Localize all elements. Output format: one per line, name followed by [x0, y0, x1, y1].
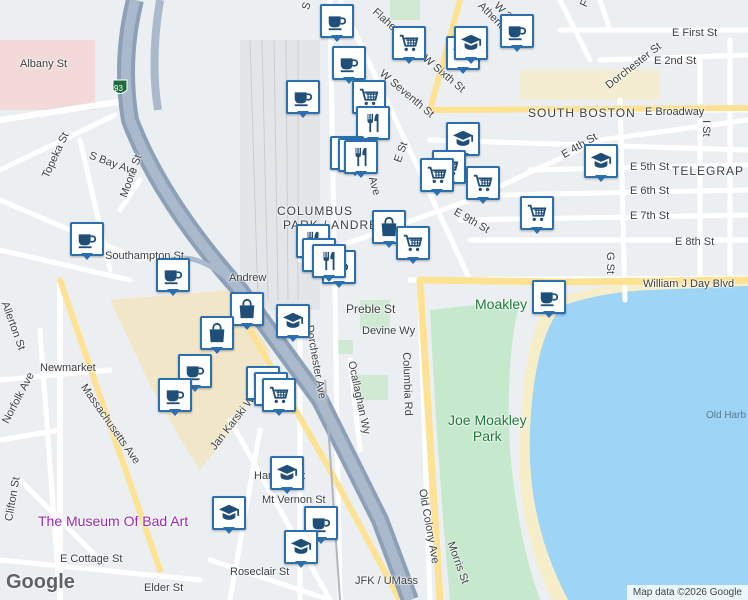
map-marker-cart[interactable]	[520, 196, 554, 236]
map-marker-school[interactable]	[276, 304, 310, 344]
map-marker-coffee[interactable]	[320, 4, 354, 44]
map-marker-shopping-bag[interactable]	[200, 316, 234, 356]
map-marker-coffee[interactable]	[500, 14, 534, 54]
coffee-icon	[328, 16, 347, 31]
south-boston-label: SOUTH BOSTON	[528, 106, 636, 120]
school-icon	[452, 130, 474, 146]
coffee-icon	[78, 234, 97, 249]
joe-moakley-park-label: Joe Moakley Park	[448, 412, 527, 444]
street-label: E Cottage St	[60, 553, 123, 565]
cart-icon	[403, 234, 423, 252]
cart-icon	[269, 386, 289, 404]
shopping-bag-icon	[209, 322, 225, 343]
map-marker-cart[interactable]	[392, 26, 426, 66]
cart-icon	[399, 34, 419, 52]
map-marker-cart[interactable]	[262, 378, 296, 418]
street-label: Columbia Rd	[400, 352, 415, 416]
shopping-bag-icon	[239, 298, 255, 319]
coffee-icon	[164, 270, 183, 285]
map-marker-school[interactable]	[584, 144, 618, 184]
street-label: E 8th St	[675, 236, 715, 248]
map-marker-coffee[interactable]	[156, 258, 190, 298]
school-icon	[276, 464, 298, 480]
map-marker-coffee[interactable]	[158, 378, 192, 418]
map-marker-cart[interactable]	[466, 166, 500, 206]
coffee-icon	[294, 92, 313, 107]
street-label: G St	[604, 252, 616, 275]
map-attribution[interactable]: Map data ©2026 Google	[626, 585, 748, 600]
coffee-icon	[340, 58, 359, 73]
google-logo: Google	[6, 571, 75, 593]
street-label: Devine Wy	[362, 325, 416, 337]
street-label: Preble St	[346, 302, 396, 316]
street-label: I St	[700, 120, 712, 137]
telegraph-label: TELEGRAP	[672, 164, 745, 178]
street-label: Albany St	[20, 58, 68, 70]
school-icon	[282, 312, 304, 328]
moakley-label: Moakley	[475, 296, 528, 312]
map-marker-school[interactable]	[454, 26, 488, 66]
neighborhood-label-1: COLUMBUS	[277, 204, 354, 218]
street-label: E 2nd St	[654, 55, 697, 67]
map-marker-school[interactable]	[284, 530, 318, 570]
cafe-fork-icon	[367, 113, 379, 133]
map-marker-coffee[interactable]	[286, 80, 320, 120]
map-canvas[interactable]: COLUMBUS PARK / ANDREW SOUTH BOSTON TELE…	[0, 0, 748, 600]
street-label: Andrew	[229, 272, 267, 284]
museum-label[interactable]: The Museum Of Bad Art	[38, 513, 188, 529]
coffee-icon	[540, 292, 559, 307]
street-label: Elder St	[144, 582, 184, 594]
school-icon	[290, 538, 312, 554]
cart-icon	[527, 204, 547, 222]
old-harbor-label: Old Harb	[706, 410, 747, 421]
jfk-umass-label[interactable]: JFK / UMass	[355, 575, 418, 587]
cart-icon	[359, 88, 379, 106]
school-icon	[590, 152, 612, 168]
map-marker-cart[interactable]	[396, 226, 430, 266]
street-label: E Broadway	[645, 106, 705, 118]
i93-label: 93	[114, 84, 123, 93]
cart-icon	[427, 166, 447, 184]
restaurant-icon	[355, 147, 367, 167]
map-marker-school[interactable]	[270, 456, 304, 496]
map-marker-restaurant[interactable]	[312, 244, 346, 284]
school-icon	[218, 504, 240, 520]
restaurant-icon	[323, 251, 335, 271]
map-marker-restaurant[interactable]	[344, 140, 378, 180]
map-marker-cart[interactable]	[420, 158, 454, 198]
map-marker-coffee[interactable]	[532, 280, 566, 320]
coffee-icon	[166, 390, 185, 405]
street-label: E 6th St	[630, 185, 670, 197]
street-label: E 7th St	[630, 210, 670, 222]
street-label: E First St	[672, 27, 718, 39]
cart-icon	[473, 174, 493, 192]
street-label: E 5th St	[630, 161, 670, 173]
map-marker-school[interactable]	[212, 496, 246, 536]
newmarket-label[interactable]: Newmarket	[40, 362, 96, 374]
coffee-icon	[508, 26, 527, 41]
street-label: William J Day Blvd	[643, 278, 735, 290]
map-marker-coffee[interactable]	[70, 222, 104, 262]
school-icon	[460, 34, 482, 50]
street-label: Roseclair St	[230, 566, 290, 578]
map-marker-shopping-bag[interactable]	[230, 292, 264, 332]
